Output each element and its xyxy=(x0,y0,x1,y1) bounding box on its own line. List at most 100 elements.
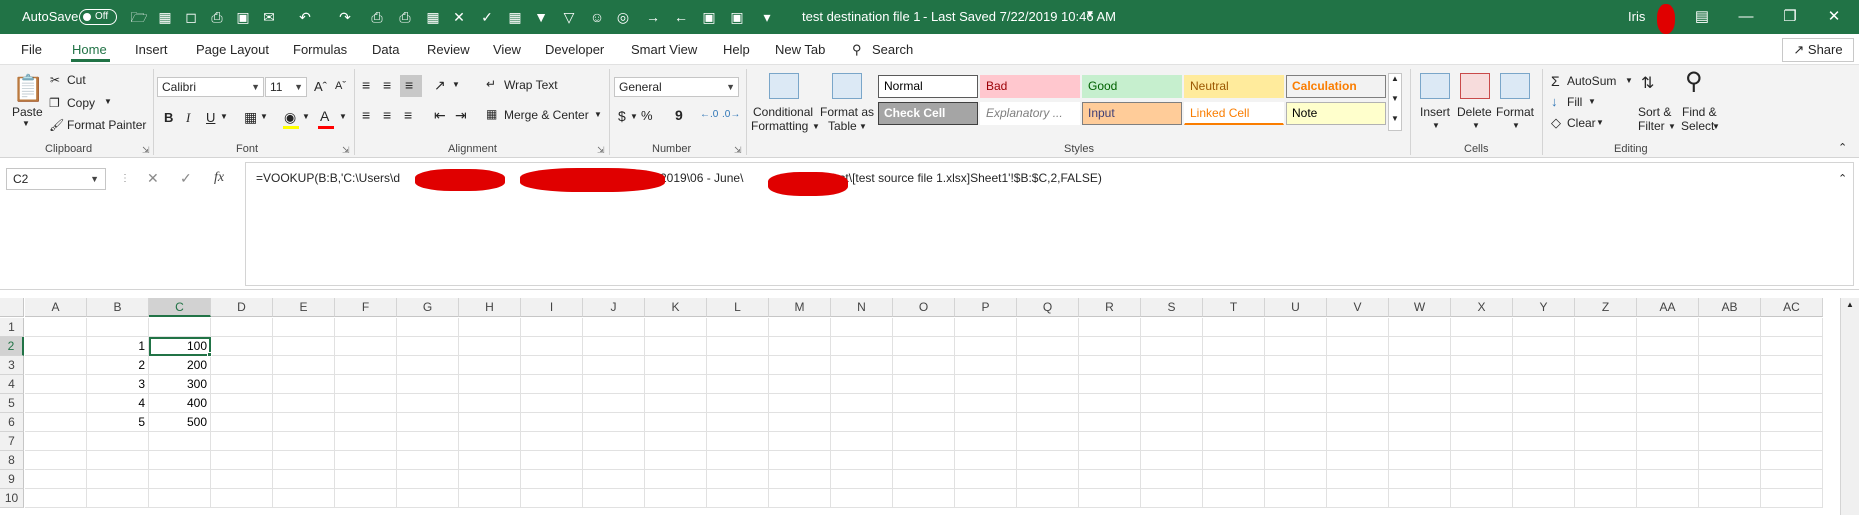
minimize-icon[interactable]: — xyxy=(1735,7,1757,27)
insert-columns-icon[interactable]: ⎙ xyxy=(396,8,414,26)
cell-w7[interactable] xyxy=(1389,432,1451,451)
cell-style-good[interactable]: Good xyxy=(1082,75,1182,98)
cell-ab3[interactable] xyxy=(1699,356,1761,375)
format-cells-icon[interactable] xyxy=(1500,73,1530,99)
cell-j8[interactable] xyxy=(583,451,645,470)
cell-w10[interactable] xyxy=(1389,489,1451,508)
cell-a1[interactable] xyxy=(25,318,87,337)
fill-color-dropdown-icon[interactable]: ▼ xyxy=(302,112,310,121)
user-name[interactable]: Iris xyxy=(1628,9,1645,24)
cell-b7[interactable] xyxy=(87,432,149,451)
cell-ab6[interactable] xyxy=(1699,413,1761,432)
cell-l8[interactable] xyxy=(707,451,769,470)
cell-aa10[interactable] xyxy=(1637,489,1699,508)
cell-k10[interactable] xyxy=(645,489,707,508)
clear-button[interactable]: Clear xyxy=(1567,116,1596,130)
cell-o1[interactable] xyxy=(893,318,955,337)
row-header-10[interactable]: 10 xyxy=(0,489,24,508)
column-header-y[interactable]: Y xyxy=(1513,298,1575,317)
column-header-a[interactable]: A xyxy=(25,298,87,317)
cell-a3[interactable] xyxy=(25,356,87,375)
collapse-ribbon-icon[interactable]: ⌃ xyxy=(1838,141,1847,154)
ribbon-display-icon[interactable]: ▤ xyxy=(1691,7,1713,27)
row-header-2[interactable]: 2 xyxy=(0,337,24,356)
cell-aa9[interactable] xyxy=(1637,470,1699,489)
autosum-dropdown-icon[interactable]: ▼ xyxy=(1625,76,1633,85)
cell-j6[interactable] xyxy=(583,413,645,432)
cell-ac2[interactable] xyxy=(1761,337,1823,356)
cell-p3[interactable] xyxy=(955,356,1017,375)
cell-ab5[interactable] xyxy=(1699,394,1761,413)
cell-j3[interactable] xyxy=(583,356,645,375)
cell-d6[interactable] xyxy=(211,413,273,432)
cell-t1[interactable] xyxy=(1203,318,1265,337)
cell-s4[interactable] xyxy=(1141,375,1203,394)
cell-w6[interactable] xyxy=(1389,413,1451,432)
column-header-e[interactable]: E xyxy=(273,298,335,317)
cell-m5[interactable] xyxy=(769,394,831,413)
cell-aa4[interactable] xyxy=(1637,375,1699,394)
find-select-dropdown-icon[interactable]: ▼ xyxy=(1712,122,1720,131)
cell-a5[interactable] xyxy=(25,394,87,413)
cell-q4[interactable] xyxy=(1017,375,1079,394)
delete-dropdown-icon[interactable]: ▼ xyxy=(1472,121,1480,130)
row-header-3[interactable]: 3 xyxy=(0,356,24,375)
tab-insert[interactable]: Insert xyxy=(135,42,168,57)
cell-u1[interactable] xyxy=(1265,318,1327,337)
cell-r8[interactable] xyxy=(1079,451,1141,470)
cell-x5[interactable] xyxy=(1451,394,1513,413)
cell-i9[interactable] xyxy=(521,470,583,489)
gallery-more-icon[interactable]: ▼ xyxy=(1391,114,1399,123)
cell-h9[interactable] xyxy=(459,470,521,489)
cell-r2[interactable] xyxy=(1079,337,1141,356)
cell-c7[interactable] xyxy=(149,432,211,451)
percent-button[interactable]: % xyxy=(641,108,653,123)
tab-review[interactable]: Review xyxy=(427,42,470,57)
quick-print-icon[interactable]: ▣ xyxy=(234,8,252,26)
cell-x9[interactable] xyxy=(1451,470,1513,489)
cell-o4[interactable] xyxy=(893,375,955,394)
cell-style-input[interactable]: Input xyxy=(1082,102,1182,125)
cancel-entry-icon[interactable]: ✕ xyxy=(147,170,159,187)
font-size-select[interactable]: 11 ▼ xyxy=(265,77,307,97)
insert-cells-button[interactable]: Insert xyxy=(1420,105,1450,119)
ungroup-icon[interactable]: ▣ xyxy=(728,8,746,26)
cell-d1[interactable] xyxy=(211,318,273,337)
cell-j1[interactable] xyxy=(583,318,645,337)
scroll-up-icon[interactable]: ▲ xyxy=(1846,300,1854,309)
cell-o6[interactable] xyxy=(893,413,955,432)
cell-style-bad[interactable]: Bad xyxy=(980,75,1080,98)
cell-ab2[interactable] xyxy=(1699,337,1761,356)
search-icon[interactable]: ⚲ xyxy=(852,42,862,58)
cell-x10[interactable] xyxy=(1451,489,1513,508)
insert-dropdown-icon[interactable]: ▼ xyxy=(1432,121,1440,130)
bottom-align-button[interactable]: ≡ xyxy=(400,75,422,97)
column-header-u[interactable]: U xyxy=(1265,298,1327,317)
cell-ac5[interactable] xyxy=(1761,394,1823,413)
cell-c4[interactable]: 300 xyxy=(149,375,211,394)
insert-rows-icon[interactable]: ⎙ xyxy=(368,8,386,26)
sort-filter-dropdown-icon[interactable]: ▼ xyxy=(1668,122,1676,131)
cell-s10[interactable] xyxy=(1141,489,1203,508)
copy-button[interactable]: Copy xyxy=(67,96,95,110)
cell-t8[interactable] xyxy=(1203,451,1265,470)
cell-l6[interactable] xyxy=(707,413,769,432)
cell-ac3[interactable] xyxy=(1761,356,1823,375)
cell-m7[interactable] xyxy=(769,432,831,451)
cell-x8[interactable] xyxy=(1451,451,1513,470)
cell-d5[interactable] xyxy=(211,394,273,413)
cell-w1[interactable] xyxy=(1389,318,1451,337)
cell-u7[interactable] xyxy=(1265,432,1327,451)
format-dropdown-icon[interactable]: ▼ xyxy=(1512,121,1520,130)
tab-new-tab[interactable]: New Tab xyxy=(775,42,825,57)
tab-data[interactable]: Data xyxy=(372,42,399,57)
cell-m9[interactable] xyxy=(769,470,831,489)
middle-align-icon[interactable]: ≡ xyxy=(383,77,391,93)
cell-a9[interactable] xyxy=(25,470,87,489)
row-header-5[interactable]: 5 xyxy=(0,394,24,413)
name-box[interactable]: C2 ▼ xyxy=(6,168,106,190)
cell-j10[interactable] xyxy=(583,489,645,508)
cell-w9[interactable] xyxy=(1389,470,1451,489)
cell-ac6[interactable] xyxy=(1761,413,1823,432)
cell-a10[interactable] xyxy=(25,489,87,508)
